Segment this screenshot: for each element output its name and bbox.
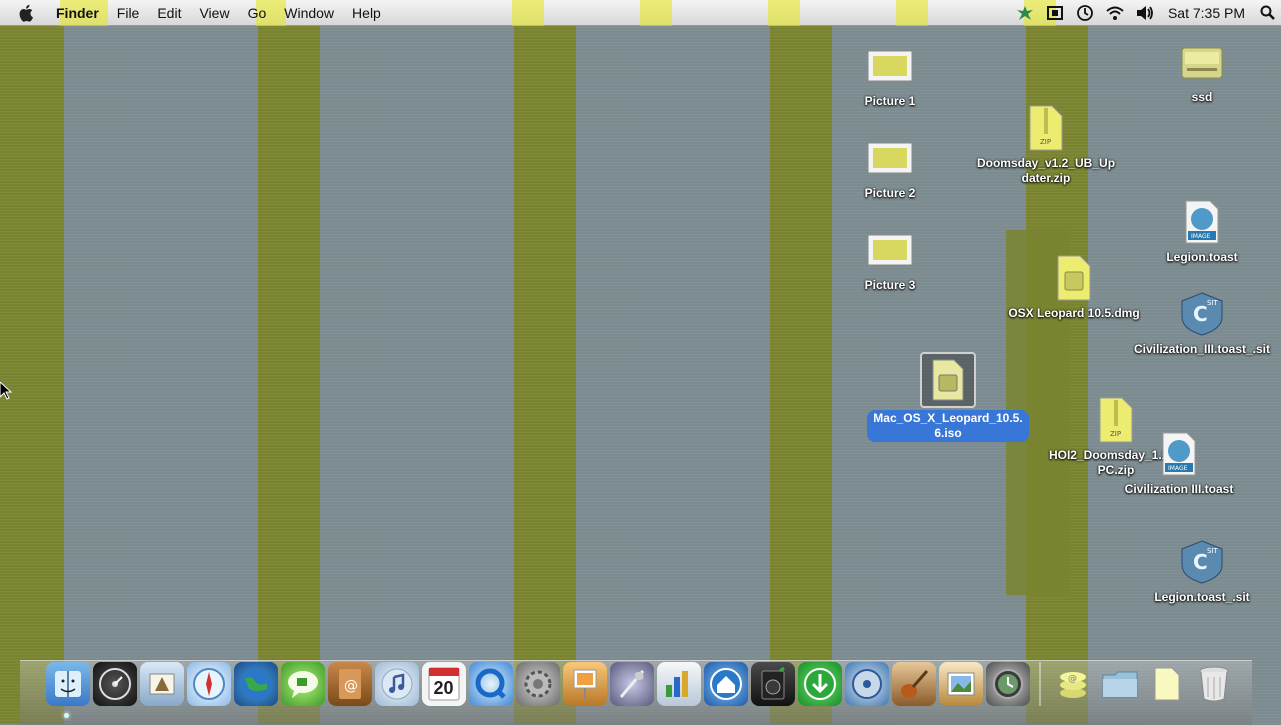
- audio-app-icon[interactable]: [750, 662, 795, 706]
- desktop-icon-civilization-toast[interactable]: IMAGE Civilization III.toast: [1109, 428, 1249, 497]
- script-editor-quill-icon[interactable]: [609, 662, 654, 706]
- desktop-icon-label: Doomsday_v1.2_UB_Updater.zip: [976, 156, 1116, 185]
- numbers-chart-icon[interactable]: [656, 662, 701, 706]
- desktop-icon-label: Civilization III.toast: [1124, 482, 1234, 496]
- menu-window[interactable]: Window: [275, 0, 343, 26]
- menu-edit[interactable]: Edit: [148, 0, 190, 26]
- dock-items: @ 20 @: [44, 662, 1237, 706]
- desktop-icon-legion-sit[interactable]: C SIT Legion.toast_.sit: [1132, 536, 1272, 605]
- zip-file-icon: ZIP: [1020, 102, 1072, 154]
- downloader-icon[interactable]: [797, 662, 842, 706]
- apple-menu-icon[interactable]: [18, 3, 36, 23]
- menu-go[interactable]: Go: [239, 0, 276, 26]
- desktop-icon-civilization-sit[interactable]: C SIT Civilization_III.toast_.sit: [1132, 288, 1272, 357]
- desktop-icon-picture-3[interactable]: Picture 3: [820, 224, 960, 293]
- leaf-status-icon[interactable]: [1014, 3, 1036, 23]
- menu-file[interactable]: File: [108, 0, 149, 26]
- desktop-icon-label: ssd: [1191, 90, 1213, 104]
- screenshot-picture-icon: [864, 40, 916, 92]
- svg-text:C: C: [1193, 302, 1208, 326]
- desktop-icon-label: Mac_OS_X_Leopard_10.5.6.iso: [867, 410, 1029, 442]
- time-machine-status-icon[interactable]: [1074, 3, 1096, 23]
- svg-text:@: @: [344, 678, 358, 694]
- menubar-artifact: [640, 0, 672, 26]
- menu-extras: Sat 7:35 PM: [1010, 0, 1281, 26]
- menubar-artifact: [896, 0, 928, 26]
- dvd-player-icon[interactable]: [844, 662, 889, 706]
- address-book-icon[interactable]: @: [327, 662, 372, 706]
- trash-icon[interactable]: [1192, 662, 1236, 706]
- itunes-icon[interactable]: [374, 662, 419, 706]
- menu-help[interactable]: Help: [343, 0, 390, 26]
- desktop-icon-label: Legion.toast_.sit: [1154, 590, 1250, 604]
- svg-text:@: @: [1068, 674, 1077, 684]
- desktop-icon-label: Picture 2: [864, 186, 916, 200]
- desktop-icon-picture-1[interactable]: Picture 1: [820, 40, 960, 109]
- stuffit-archive-icon: C SIT: [1176, 288, 1228, 340]
- svg-text:ZIP: ZIP: [1040, 138, 1051, 146]
- quicktime-icon[interactable]: [468, 662, 513, 706]
- calendar-day: 20: [433, 677, 454, 698]
- menubar-artifact: [512, 0, 544, 26]
- garageband-guitar-icon[interactable]: [891, 662, 936, 706]
- safari-compass-icon[interactable]: [186, 662, 231, 706]
- desktop-icon-label: Picture 1: [864, 94, 916, 108]
- running-indicator: [64, 713, 69, 718]
- menu-bar: Finder File Edit View Go Window Help Sat…: [0, 0, 1281, 26]
- ical-calendar-icon[interactable]: 20: [421, 662, 466, 706]
- menu-finder[interactable]: Finder: [50, 0, 108, 26]
- preview-icon[interactable]: [562, 662, 607, 706]
- display-status-icon[interactable]: [1044, 3, 1066, 23]
- documents-folder-icon[interactable]: [1098, 662, 1142, 706]
- menubar-clock[interactable]: Sat 7:35 PM: [1168, 5, 1245, 21]
- mouse-cursor-icon: [0, 381, 13, 405]
- menubar-artifact: [768, 0, 800, 26]
- finder-icon[interactable]: [45, 662, 90, 706]
- iphoto-icon[interactable]: [938, 662, 983, 706]
- desktop-icon-legion-toast[interactable]: IMAGE Legion.toast: [1132, 196, 1272, 265]
- globe-icon[interactable]: [233, 662, 278, 706]
- desktop-icon-label: Civilization_III.toast_.sit: [1133, 342, 1271, 356]
- time-machine-icon[interactable]: [985, 662, 1030, 706]
- svg-text:IMAGE: IMAGE: [1191, 233, 1211, 240]
- file-document-icon[interactable]: [1145, 662, 1189, 706]
- svg-text:IMAGE: IMAGE: [1168, 465, 1188, 472]
- dock-separator: [1039, 662, 1041, 706]
- desktop-icon-label: OSX Leopard 10.5.dmg: [1008, 306, 1140, 320]
- toast-image-icon: IMAGE: [1153, 428, 1205, 480]
- screenshot-picture-icon: [864, 224, 916, 276]
- desktop-icon-picture-2[interactable]: Picture 2: [820, 132, 960, 201]
- hard-drive-icon: [1176, 36, 1228, 88]
- system-preferences-gear-icon[interactable]: [515, 662, 560, 706]
- svg-text:SIT: SIT: [1207, 547, 1219, 555]
- desktop-icon-osx-leopard-dmg[interactable]: OSX Leopard 10.5.dmg: [1004, 252, 1144, 321]
- spotlight-search-icon[interactable]: [1255, 0, 1281, 26]
- mail-icon[interactable]: [139, 662, 184, 706]
- toast-image-icon: IMAGE: [1176, 196, 1228, 248]
- desktop-icon-label: Legion.toast: [1166, 250, 1238, 264]
- desktop-icon-mac-os-x-iso[interactable]: Mac_OS_X_Leopard_10.5.6.iso: [867, 352, 1029, 442]
- home-icon[interactable]: [703, 662, 748, 706]
- desktop-icon-ssd[interactable]: ssd: [1132, 36, 1272, 105]
- stack-icon[interactable]: @: [1051, 662, 1095, 706]
- svg-text:C: C: [1193, 550, 1208, 574]
- desktop-icon-label: Picture 3: [864, 278, 916, 292]
- screenshot-picture-icon: [864, 132, 916, 184]
- dmg-disk-image-icon: [1048, 252, 1100, 304]
- desktop-icon-doomsday-updater[interactable]: ZIP Doomsday_v1.2_UB_Updater.zip: [976, 102, 1116, 186]
- volume-icon[interactable]: [1134, 3, 1156, 23]
- dashboard-icon[interactable]: [92, 662, 137, 706]
- wifi-icon[interactable]: [1104, 3, 1126, 23]
- svg-text:SIT: SIT: [1207, 299, 1219, 307]
- menu-view[interactable]: View: [190, 0, 238, 26]
- ichat-icon[interactable]: [280, 662, 325, 706]
- iso-disk-image-icon: [920, 352, 976, 408]
- stuffit-archive-icon: C SIT: [1176, 536, 1228, 588]
